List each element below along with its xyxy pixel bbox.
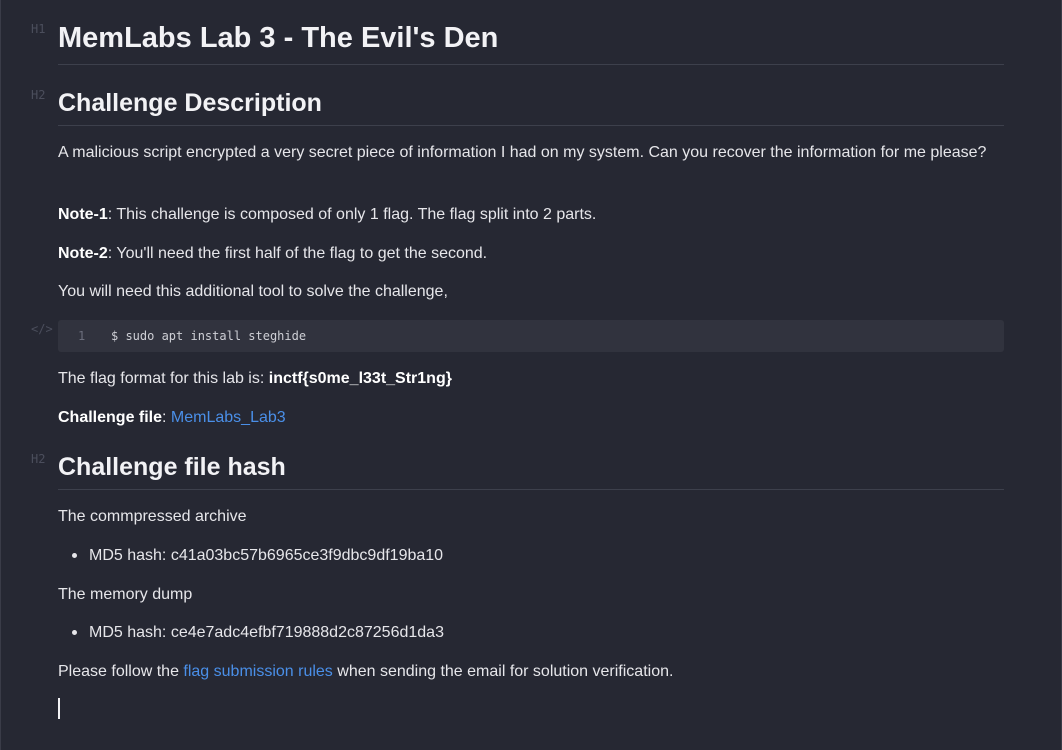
archive-label: The commpressed archive xyxy=(58,508,247,525)
submission-text-before: Please follow the xyxy=(58,663,184,680)
section-heading-description: Challenge Description xyxy=(58,87,1004,126)
bullet-icon xyxy=(72,630,77,635)
bullet-icon xyxy=(72,553,77,558)
h2-gutter-marker: H2 xyxy=(31,88,46,102)
submission-text-after: when sending the email for solution veri… xyxy=(332,663,674,680)
note-2-text: : You'll need the first half of the flag… xyxy=(107,245,488,262)
dump-hash-list: MD5 hash: ce4e7adc4efbf719888d2c87256d1d… xyxy=(58,621,444,644)
note-2-paragraph: Note-2: You'll need the first half of th… xyxy=(58,242,988,265)
flag-format-value: inctf{s0me_l33t_Str1ng} xyxy=(268,370,452,387)
note-1-label: Note-1 xyxy=(58,206,108,223)
page-title: MemLabs Lab 3 - The Evil's Den xyxy=(58,20,1004,65)
dump-md5-text: MD5 hash: ce4e7adc4efbf719888d2c87256d1d… xyxy=(89,624,444,641)
section-heading-file-hash: Challenge file hash xyxy=(58,451,1004,490)
challenge-file-label: Challenge file xyxy=(58,409,163,426)
note-1-text: : This challenge is composed of only 1 f… xyxy=(107,206,597,223)
markdown-editor[interactable]: H1 H2 </> H2 MemLabs Lab 3 - The Evil's … xyxy=(0,0,1062,750)
code-command[interactable]: $ sudo apt install steghide xyxy=(111,320,306,352)
list-item: MD5 hash: ce4e7adc4efbf719888d2c87256d1d… xyxy=(58,621,444,644)
challenge-file-paragraph: Challenge file: MemLabs_Lab3 xyxy=(58,406,988,429)
code-gutter-marker: </> xyxy=(31,322,53,336)
dump-label: The memory dump xyxy=(58,586,193,603)
list-item: MD5 hash: c41a03bc57b6965ce3f9dbc9df19ba… xyxy=(58,544,443,567)
h1-gutter-marker: H1 xyxy=(31,22,46,36)
h2-gutter-marker-2: H2 xyxy=(31,452,46,466)
challenge-file-separator: : xyxy=(162,409,171,426)
archive-hash-list: MD5 hash: c41a03bc57b6965ce3f9dbc9df19ba… xyxy=(58,544,443,567)
flag-format-prefix: The flag format for this lab is: xyxy=(58,370,269,387)
tool-paragraph: You will need this additional tool to so… xyxy=(58,283,448,300)
code-line-number: 1 xyxy=(78,329,86,343)
flag-submission-rules-link[interactable]: flag submission rules xyxy=(183,663,332,680)
submission-paragraph: Please follow the flag submission rules … xyxy=(58,660,988,683)
description-paragraph: A malicious script encrypted a very secr… xyxy=(58,144,987,161)
challenge-file-link[interactable]: MemLabs_Lab3 xyxy=(171,409,286,426)
text-cursor xyxy=(58,698,60,719)
code-block[interactable]: 1 $ sudo apt install steghide xyxy=(58,320,1004,352)
archive-md5-text: MD5 hash: c41a03bc57b6965ce3f9dbc9df19ba… xyxy=(89,547,444,564)
note-1-paragraph: Note-1: This challenge is composed of on… xyxy=(58,203,988,226)
flag-format-paragraph: The flag format for this lab is: inctf{s… xyxy=(58,367,988,390)
note-2-label: Note-2 xyxy=(58,245,108,262)
